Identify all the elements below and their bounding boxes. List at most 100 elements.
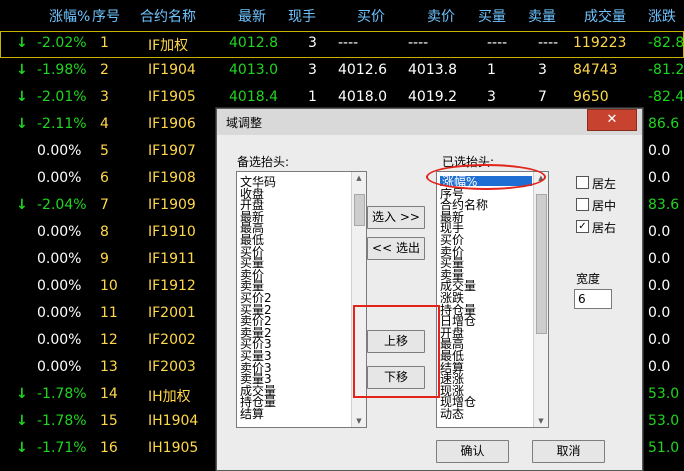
- select-in-button[interactable]: 选入 >>: [367, 206, 425, 229]
- available-field-item[interactable]: 开盘: [240, 199, 264, 211]
- available-field-item[interactable]: 买价2: [240, 292, 272, 304]
- col-header-ask-qty[interactable]: 卖量: [528, 6, 556, 26]
- col-header-diff[interactable]: 涨跌: [648, 6, 676, 26]
- cell-diff: -82.8: [648, 35, 684, 51]
- col-header-change-pct[interactable]: 涨幅%: [49, 6, 90, 26]
- selected-field-item[interactable]: 卖量: [440, 269, 464, 281]
- cell-ask_qty: ----: [538, 35, 559, 51]
- available-field-item[interactable]: 结算: [240, 408, 264, 420]
- cell-name: IF1904: [148, 62, 196, 78]
- col-header-volume[interactable]: 成交量: [584, 6, 626, 26]
- available-field-item[interactable]: 最低: [240, 234, 264, 246]
- cell-bid: 4012.6: [338, 62, 387, 78]
- table-row[interactable]: ↓ -1.98% 2 IF1904 4013.0 3 4012.6 4013.8 1 3 84743…: [0, 58, 684, 85]
- selected-field-item[interactable]: 最低: [440, 350, 464, 362]
- cell-name: IF1912: [148, 278, 196, 294]
- cell-chg: 0.00%: [37, 170, 82, 186]
- available-field-item[interactable]: 文华码: [240, 176, 276, 188]
- selected-field-item[interactable]: 动态: [440, 408, 464, 420]
- cell-no: 9: [100, 251, 109, 267]
- col-header-bid[interactable]: 买价: [357, 6, 385, 26]
- dialog-titlebar[interactable]: 域调整 ✕: [217, 109, 642, 135]
- selected-fields-list[interactable]: 涨幅% 序号 合约名称 最新 现手 买价 卖价 买量 卖量 成交量 涨跌 持仓量 日增仓 开盘 最高 最低 结算…: [436, 171, 549, 428]
- col-header-contract[interactable]: 合约名称: [140, 6, 196, 26]
- cell-ask: 4013.8: [408, 62, 457, 78]
- scroll-down-icon[interactable]: ▼: [534, 415, 548, 427]
- cell-diff: 0.0: [648, 224, 671, 240]
- selected-scrollbar[interactable]: ▲ ▼: [533, 172, 548, 427]
- available-field-item[interactable]: 买量: [240, 257, 264, 269]
- close-button[interactable]: ✕: [587, 109, 637, 131]
- cell-diff: 83.6: [648, 197, 680, 213]
- cell-ask: 4019.2: [408, 89, 457, 105]
- selected-field-item[interactable]: 速涨: [440, 373, 464, 385]
- available-field-item[interactable]: 卖量: [240, 280, 264, 292]
- scroll-down-icon[interactable]: ▼: [352, 415, 366, 427]
- scroll-thumb[interactable]: [536, 194, 547, 334]
- available-field-item[interactable]: 收盘: [240, 188, 264, 200]
- align-center-checkbox[interactable]: [576, 198, 589, 211]
- width-input[interactable]: 6: [574, 289, 612, 309]
- selected-field-item[interactable]: 卖价: [440, 246, 464, 258]
- close-icon: ✕: [606, 112, 618, 127]
- col-header-index[interactable]: 序号: [92, 6, 120, 26]
- ok-button[interactable]: 确认: [436, 440, 509, 463]
- col-header-volume-now[interactable]: 现手: [288, 6, 316, 26]
- selected-field-item[interactable]: 成交量: [440, 280, 476, 292]
- selected-field-item[interactable]: 最高: [440, 338, 464, 350]
- cell-volume: 9650: [573, 89, 609, 105]
- available-fields-list[interactable]: 文华码 收盘 开盘 最新 最高 最低 买价 买量 卖价 卖量 买价2 买量2 卖价2 卖量2 买价3 买量3 卖…: [236, 171, 367, 428]
- selected-field-item[interactable]: 持仓量: [440, 304, 476, 316]
- selected-field-item[interactable]: 序号: [440, 188, 464, 200]
- available-field-item[interactable]: 卖价2: [240, 315, 272, 327]
- move-down-button[interactable]: 下移: [367, 366, 425, 389]
- cell-name: IF2002: [148, 332, 196, 348]
- available-field-item[interactable]: 最新: [240, 211, 264, 223]
- cell-diff: 0.0: [648, 332, 671, 348]
- selected-field-item[interactable]: 合约名称: [440, 199, 488, 211]
- down-arrow-icon: ↓: [16, 386, 28, 402]
- cell-vol_now: 3: [308, 35, 317, 51]
- available-field-item[interactable]: 买价3: [240, 338, 272, 350]
- available-field-item[interactable]: 卖价3: [240, 362, 272, 374]
- selected-field-item[interactable]: 结算: [440, 362, 464, 374]
- selected-field-item[interactable]: 现手: [440, 222, 464, 234]
- selected-field-item[interactable]: 买价: [440, 234, 464, 246]
- selected-field-item[interactable]: 开盘: [440, 327, 464, 339]
- scroll-thumb[interactable]: [354, 194, 365, 226]
- selected-field-item[interactable]: 现增仓: [440, 396, 476, 408]
- selected-field-item[interactable]: 涨跌: [440, 292, 464, 304]
- scroll-up-icon[interactable]: ▲: [352, 172, 366, 184]
- down-arrow-icon: ↓: [16, 89, 28, 105]
- down-arrow-icon: ↓: [16, 35, 28, 51]
- available-label: 备选抬头:: [237, 155, 290, 169]
- selected-field-item[interactable]: 现涨: [440, 385, 464, 397]
- cell-diff: 0.0: [648, 170, 671, 186]
- selected-field-item[interactable]: 日增仓: [440, 315, 476, 327]
- cell-bid: 4018.0: [338, 89, 387, 105]
- align-right-checkbox[interactable]: ✓: [576, 220, 589, 233]
- cell-no: 6: [100, 170, 109, 186]
- table-row[interactable]: ↓ -2.02% 1 IF加权 4012.8 3 ---- ---- ---- ---- 11922…: [0, 31, 684, 58]
- available-field-item[interactable]: 买价: [240, 246, 264, 258]
- cell-ask_qty: 7: [538, 89, 547, 105]
- available-field-item[interactable]: 卖量3: [240, 373, 272, 385]
- col-header-last[interactable]: 最新: [238, 6, 266, 26]
- available-field-item[interactable]: 卖价: [240, 269, 264, 281]
- selected-field-item[interactable]: 买量: [440, 257, 464, 269]
- cell-diff: 0.0: [648, 305, 671, 321]
- available-field-item[interactable]: 卖量2: [240, 327, 272, 339]
- cell-bid_qty: ----: [487, 35, 508, 51]
- available-field-item[interactable]: 成交量: [240, 385, 276, 397]
- available-field-item[interactable]: 买量2: [240, 304, 272, 316]
- cancel-button[interactable]: 取消: [532, 440, 605, 463]
- col-header-ask[interactable]: 卖价: [427, 6, 455, 26]
- move-up-button[interactable]: 上移: [367, 330, 425, 353]
- selected-field-item[interactable]: 最新: [440, 211, 464, 223]
- select-out-button[interactable]: << 选出: [367, 237, 425, 260]
- col-header-bid-qty[interactable]: 买量: [478, 6, 506, 26]
- available-field-item[interactable]: 持仓量: [240, 396, 276, 408]
- available-field-item[interactable]: 最高: [240, 222, 264, 234]
- available-field-item[interactable]: 买量3: [240, 350, 272, 362]
- align-left-checkbox[interactable]: [576, 176, 589, 189]
